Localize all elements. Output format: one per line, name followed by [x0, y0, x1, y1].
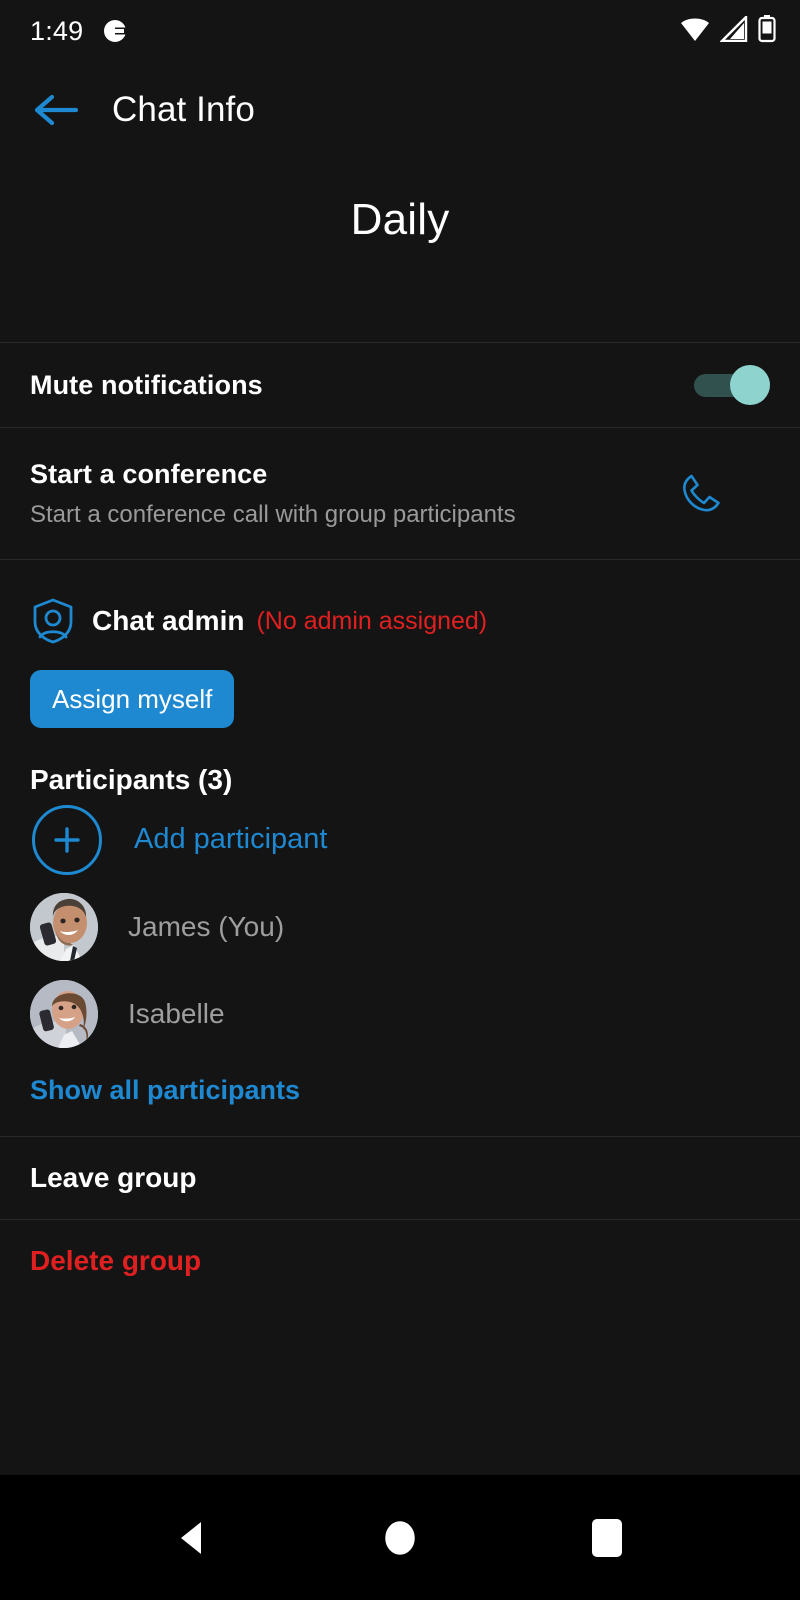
add-participant-row[interactable]: Add participant: [30, 796, 770, 883]
phone-call-icon[interactable]: [676, 470, 724, 518]
toggle-thumb: [730, 365, 770, 405]
mute-notifications-label: Mute notifications: [30, 369, 263, 400]
mute-notifications-row[interactable]: Mute notifications: [0, 343, 800, 427]
battery-icon: [758, 14, 776, 48]
add-participant-label: Add participant: [134, 823, 328, 855]
nav-home-icon[interactable]: [355, 1493, 445, 1583]
start-conference-subtitle: Start a conference call with group parti…: [30, 500, 516, 528]
top-spacer: [0, 282, 800, 342]
chat-admin-header: Chat admin (No admin assigned): [30, 596, 770, 646]
list-item[interactable]: James (You): [30, 883, 770, 970]
chat-admin-label: Chat admin: [92, 605, 245, 636]
mute-notifications-toggle[interactable]: [694, 365, 770, 405]
participant-name: James (You): [128, 910, 285, 942]
nav-back-icon[interactable]: [148, 1493, 238, 1583]
avatar: [30, 892, 98, 961]
wifi-icon: [680, 16, 710, 47]
status-bar-clock: 1:49: [30, 15, 84, 46]
group-name-header: Daily: [0, 158, 800, 282]
start-conference-row[interactable]: Start a conference Start a conference ca…: [0, 428, 800, 559]
status-bar-icons: [680, 13, 776, 48]
nav-recents-icon[interactable]: [562, 1493, 652, 1583]
delete-group-label: Delete group: [30, 1245, 202, 1276]
app-bar: Chat Info: [0, 62, 800, 158]
group-name: Daily: [350, 195, 450, 244]
assign-myself-button[interactable]: Assign myself: [30, 670, 235, 728]
list-item[interactable]: Isabelle: [30, 970, 770, 1057]
delete-group-row[interactable]: Delete group: [0, 1220, 800, 1302]
cellular-signal-icon: [719, 13, 748, 47]
chat-info-screen: 1:49 Chat Info Daily Mute notifications …: [0, 0, 800, 1600]
participant-name: Isabelle: [128, 997, 225, 1029]
leave-group-label: Leave group: [30, 1162, 197, 1193]
chat-admin-status: (No admin assigned): [256, 606, 488, 635]
page-title: Chat Info: [112, 90, 255, 129]
bottom-spacer: [0, 1302, 800, 1475]
back-arrow-icon[interactable]: [28, 83, 82, 137]
participants-section: Participants (3) Add participant James (…: [0, 728, 800, 1136]
show-all-participants-link[interactable]: Show all participants: [30, 1057, 300, 1136]
status-bar: 1:49: [0, 0, 800, 62]
recents-square: [591, 1518, 622, 1557]
chat-admin-section: Chat admin (No admin assigned) Assign my…: [0, 560, 800, 728]
leave-group-row[interactable]: Leave group: [0, 1137, 800, 1219]
app-notification-icon: [101, 17, 129, 45]
plus-circle-icon: [32, 804, 102, 875]
participants-heading: Participants (3): [30, 764, 233, 795]
start-conference-text: Start a conference Start a conference ca…: [30, 459, 516, 529]
avatar: [30, 979, 98, 1048]
shield-person-icon: [30, 596, 76, 646]
system-navigation-bar: [0, 1475, 800, 1600]
start-conference-title: Start a conference: [30, 458, 268, 489]
